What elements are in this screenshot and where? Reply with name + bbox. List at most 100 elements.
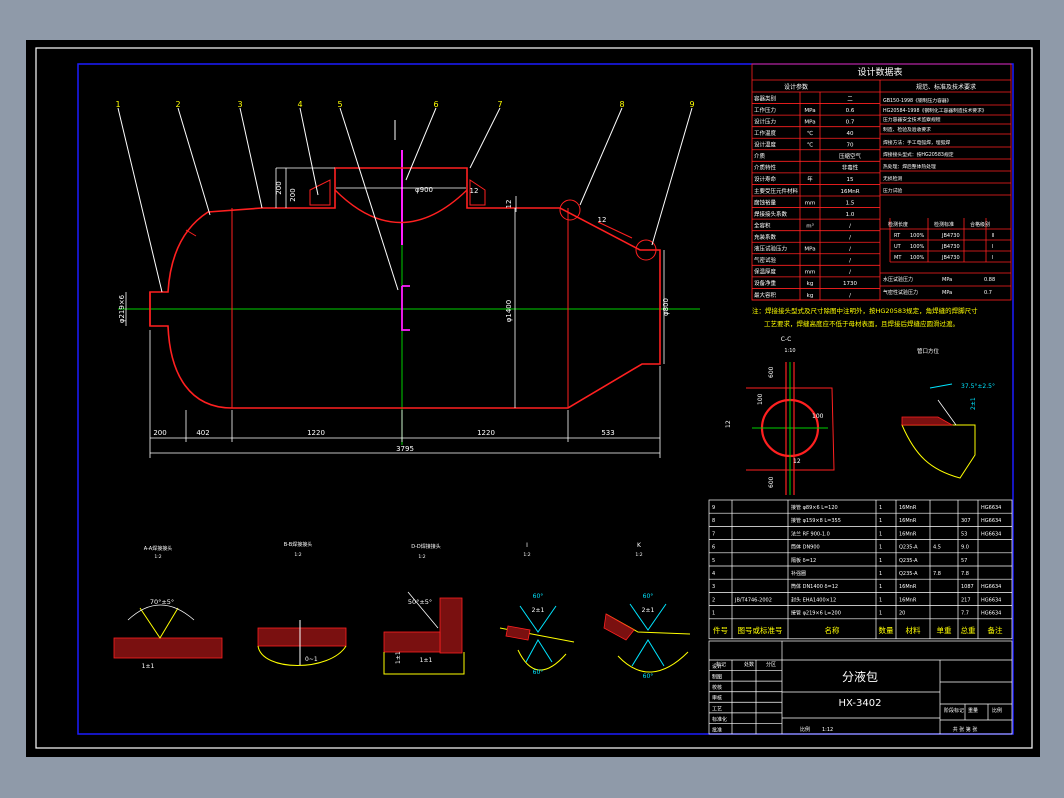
bom-cell: 307 bbox=[961, 518, 971, 524]
title-block-left-label: 制图 bbox=[712, 674, 722, 681]
bom-cell: 筒体 DN900 bbox=[791, 544, 820, 551]
balloon-6: 6 bbox=[433, 100, 438, 109]
bom-cell: 接管 φ89×6 L=120 bbox=[791, 504, 838, 511]
dim-1220-right: 1220 bbox=[477, 429, 495, 437]
pressure-key: 水压试验压力 bbox=[883, 276, 913, 283]
bom-cell: 7 bbox=[712, 531, 715, 537]
balloon-1: 1 bbox=[115, 100, 120, 109]
bom-head-cell: 名称 bbox=[825, 625, 840, 635]
data-row-key: 气密试验 bbox=[754, 256, 777, 264]
balloon-3: 3 bbox=[237, 100, 242, 109]
data-spec-line: 热处理：焊后整体热处理 bbox=[883, 163, 936, 170]
bom-cell: HG6634 bbox=[981, 611, 1001, 617]
bom-cell: 16MnR bbox=[899, 505, 917, 511]
data-row-key: 容器类别 bbox=[754, 94, 776, 102]
title-block-left-label: 标准化 bbox=[712, 716, 727, 723]
weld4-gap: 2±1 bbox=[532, 607, 545, 614]
data-row-value: / bbox=[849, 258, 851, 264]
data-row-key: 介质 bbox=[754, 152, 766, 160]
ndt-ratio: 100% bbox=[910, 244, 925, 250]
weld1-title: A-A焊接接头 bbox=[144, 545, 172, 552]
bom-cell: 57 bbox=[961, 558, 967, 564]
weld1-angle: 70°±5° bbox=[150, 598, 174, 606]
weld2-scale: 1:2 bbox=[294, 552, 301, 558]
bom-cell: 1 bbox=[879, 545, 882, 551]
data-row-unit: kg bbox=[807, 293, 814, 299]
bom-cell: 9 bbox=[712, 505, 715, 511]
ndt-method: RT bbox=[894, 233, 901, 239]
data-row-key: 腐蚀裕量 bbox=[754, 198, 777, 206]
bom-head-cell: 数量 bbox=[879, 625, 894, 635]
data-row-value: / bbox=[849, 223, 851, 229]
weld5-angle-bottom: 60° bbox=[643, 673, 654, 680]
bom-head-cell: 总重 bbox=[961, 625, 976, 635]
bom-cell: 1 bbox=[879, 611, 882, 617]
bom-cell: 20 bbox=[899, 611, 905, 617]
data-row-value: 15 bbox=[847, 177, 854, 183]
pressure-value: 0.7 bbox=[984, 290, 992, 296]
bom-cell: HG6634 bbox=[981, 518, 1001, 524]
sheet-count: 共 张 第 张 bbox=[953, 726, 978, 733]
data-spec-line: 压力试验 bbox=[883, 187, 902, 194]
dim-200: 200 bbox=[153, 429, 166, 437]
data-spec-line: 制造、检验及验收要求 bbox=[883, 126, 931, 133]
weld3-gap: 1±1 bbox=[420, 657, 433, 664]
bom-head-cell: 单重 bbox=[937, 625, 952, 635]
dim-nozzle: φ219×6 bbox=[118, 294, 126, 323]
data-row-value: 1730 bbox=[843, 281, 857, 287]
data-row-value: 1.5 bbox=[846, 200, 855, 206]
ndt-grade: Ⅱ bbox=[992, 233, 994, 239]
data-row-value: 二 bbox=[847, 96, 853, 102]
ndt-standard: JB4730 bbox=[941, 255, 960, 261]
ndt-method: MT bbox=[894, 255, 902, 261]
pressure-value: 0.88 bbox=[984, 277, 995, 283]
data-spec-line: 焊接方法：手工电弧焊，埋弧焊 bbox=[883, 139, 950, 146]
data-spec-line: 无损检测 bbox=[883, 175, 902, 182]
data-row-unit: MPa bbox=[804, 119, 815, 125]
data-row-value: 70 bbox=[847, 143, 854, 149]
data-row-value: / bbox=[849, 235, 851, 241]
title-block-left-label: 审核 bbox=[712, 695, 722, 702]
title-block-left-label: 校核 bbox=[712, 684, 722, 691]
data-row-key: 全容积 bbox=[754, 221, 771, 229]
data-table-head-left: 设计参数 bbox=[784, 83, 808, 91]
bom-cell: 5 bbox=[712, 558, 715, 564]
data-row-value: / bbox=[849, 293, 851, 299]
bom-cell: 217 bbox=[961, 597, 971, 603]
data-row-unit: mm bbox=[805, 270, 816, 276]
data-row-key: 充装系数 bbox=[754, 233, 777, 241]
bom-cell: HG6634 bbox=[981, 505, 1001, 511]
dim-402: 402 bbox=[196, 429, 209, 437]
weld2-gap: 0~1 bbox=[305, 656, 318, 663]
weld1-scale: 1:2 bbox=[154, 554, 161, 560]
pressure-unit: MPa bbox=[942, 277, 952, 283]
data-row-unit: 年 bbox=[807, 175, 813, 183]
data-row-key: 设计温度 bbox=[754, 141, 777, 149]
data-row-unit: MPa bbox=[804, 108, 815, 114]
bom-cell: 补强圈 bbox=[791, 570, 806, 577]
weld5-gap: 2±1 bbox=[642, 607, 655, 614]
bom-cell: Q235-A bbox=[899, 545, 918, 551]
weld4-angle-top: 60° bbox=[533, 593, 544, 600]
data-row-value: 40 bbox=[847, 131, 854, 137]
title-block-right-label: 阶段标记 bbox=[944, 707, 964, 714]
bom-cell: 2 bbox=[712, 597, 715, 603]
weld2-title: B-B焊接接头 bbox=[284, 541, 313, 548]
balloon-9: 9 bbox=[689, 100, 694, 109]
data-row-value: 1.0 bbox=[846, 212, 855, 218]
data-row-unit: MPa bbox=[804, 247, 815, 253]
pressure-unit: MPa bbox=[942, 290, 952, 296]
bom-cell: 7.8 bbox=[961, 571, 969, 577]
data-row-value: 0.6 bbox=[846, 108, 855, 114]
dim-1400: φ1400 bbox=[505, 300, 513, 322]
bom-cell: 53 bbox=[961, 531, 967, 537]
ndt-ratio: 100% bbox=[910, 233, 925, 239]
weld4-angle-bottom: 60° bbox=[533, 669, 544, 676]
nozzle-detail-angle: 37.5°±2.5° bbox=[961, 383, 995, 390]
title-block-head-label: 分区 bbox=[766, 661, 776, 668]
data-row-key: 设备净重 bbox=[754, 279, 777, 287]
dim-12-shell: 12 bbox=[505, 200, 513, 209]
c-dim-600-top: 600 bbox=[768, 366, 775, 378]
scale-value: 1:12 bbox=[822, 727, 833, 733]
data-spec-line: HG20584-1998《钢制化工容器制造技术要求》 bbox=[883, 107, 987, 114]
